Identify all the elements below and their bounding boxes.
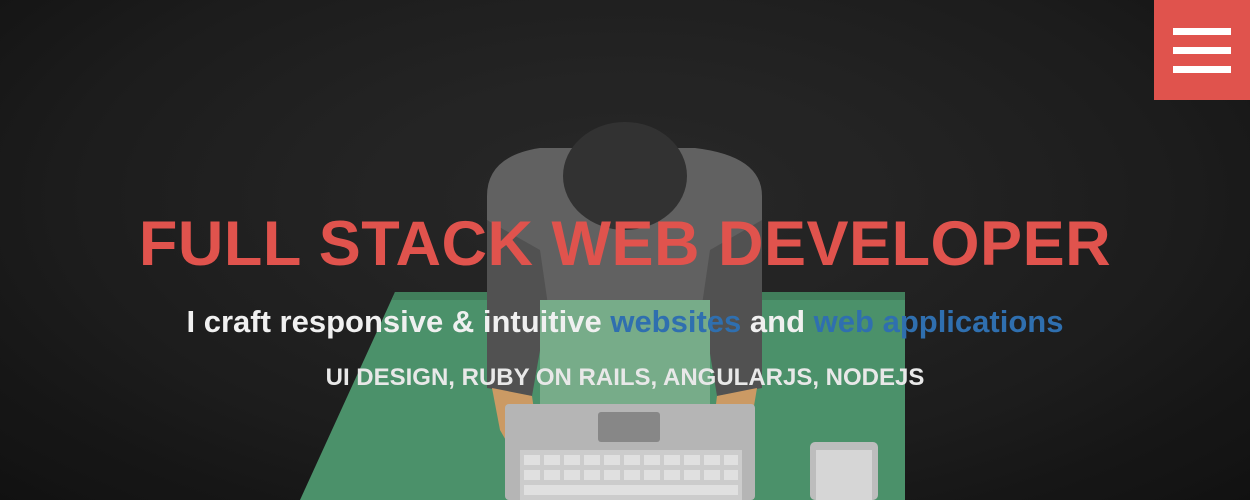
hamburger-menu-button[interactable]: [1154, 0, 1250, 100]
applications-link[interactable]: applications: [883, 304, 1064, 339]
web-link[interactable]: web: [814, 304, 874, 339]
skills-list: UI DESIGN, RUBY ON RAILS, ANGULARJS, NOD…: [325, 364, 925, 391]
tagline-and: and: [749, 304, 806, 339]
hamburger-menu-icon-bar-2: [1173, 46, 1231, 54]
page-title: FULL STACK WEB DEVELOPER: [138, 209, 1112, 279]
websites-link[interactable]: websites: [610, 304, 741, 339]
hamburger-menu-icon-bar-3: [1173, 65, 1231, 73]
tagline: I craft responsive & intuitive websites …: [0, 302, 1250, 342]
hamburger-menu-icon: [1173, 27, 1231, 35]
tagline-intro: I craft responsive & intuitive: [186, 304, 602, 339]
hero-section: FULL STACK WEB DEVELOPER I craft respons…: [0, 0, 1250, 500]
